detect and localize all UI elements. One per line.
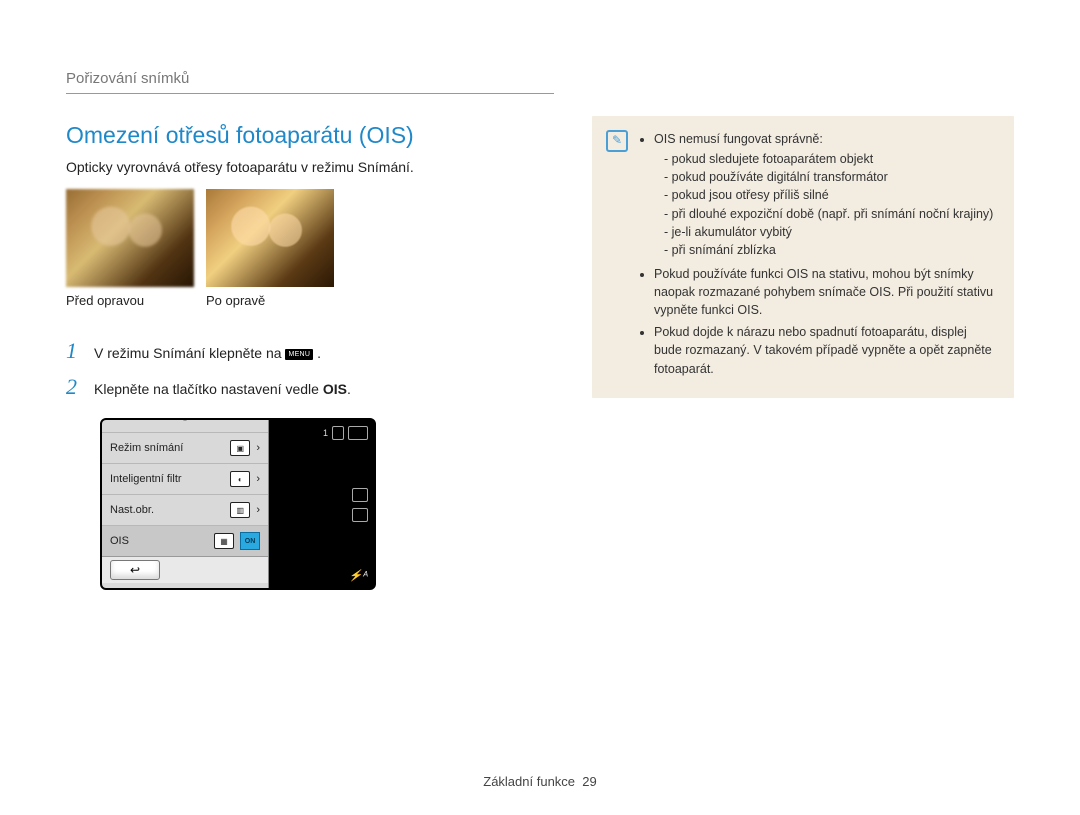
ois-icon: ▦	[214, 533, 234, 549]
info-icon: ✎	[606, 130, 628, 152]
note-sub-6: při snímání zblízka	[664, 241, 996, 259]
menu-row-image-adjust[interactable]: Nast.obr. ▥›	[102, 494, 268, 525]
note-box: ✎ OIS nemusí fungovat správně: pokud sle…	[592, 116, 1014, 398]
breadcrumb: Pořizování snímků	[66, 70, 554, 94]
menu-row-shooting-mode[interactable]: Režim snímání ▣›	[102, 432, 268, 463]
menu-row-smart-filter[interactable]: Inteligentní filtr ◐›	[102, 463, 268, 494]
note-bullet-2: Pokud používáte funkci OIS na stativu, m…	[654, 265, 996, 319]
page-footer: Základní funkce 29	[0, 774, 1080, 789]
step-2-text: Klepněte na tlačítko nastavení vedle OIS…	[94, 381, 351, 397]
battery-icon	[348, 426, 368, 440]
before-label: Před opravou	[66, 293, 194, 308]
ois-status-icon	[352, 508, 368, 522]
ois-on-toggle[interactable]: ON	[240, 532, 260, 550]
memory-icon	[332, 426, 344, 440]
menu-row-ois[interactable]: OIS ▦ON	[102, 525, 268, 556]
back-button[interactable]: ↩	[110, 560, 160, 580]
flash-icon: ⚡ᴬ	[349, 570, 368, 582]
camera-ui-mock: ˆ Režim snímání ▣› Inteligentní filtr ◐›…	[100, 418, 376, 590]
menu-icon: MENU	[285, 349, 313, 360]
note-sub-1: pokud sledujete fotoaparátem objekt	[664, 150, 996, 168]
note-sub-4: při dlouhé expoziční době (např. při sní…	[664, 205, 996, 223]
subtitle: Opticky vyrovnává otřesy fotoaparátu v r…	[66, 159, 554, 175]
face-icon	[352, 488, 368, 502]
note-lead: OIS nemusí fungovat správně:	[654, 132, 823, 146]
adjust-icon: ▥	[230, 502, 250, 518]
note-sub-5: je-li akumulátor vybitý	[664, 223, 996, 241]
before-photo	[66, 189, 194, 287]
note-sub-2: pokud používáte digitální transformátor	[664, 168, 996, 186]
scroll-up-icon[interactable]: ˆ	[102, 420, 268, 432]
after-label: Po opravě	[206, 293, 334, 308]
mode-icon: ▣	[230, 440, 250, 456]
step-number-1: 1	[66, 338, 94, 364]
filter-icon: ◐	[230, 471, 250, 487]
after-photo	[206, 189, 334, 287]
page-title: Omezení otřesů fotoaparátu (OIS)	[66, 122, 554, 149]
step-number-2: 2	[66, 374, 94, 400]
note-sub-3: pokud jsou otřesy příliš silné	[664, 186, 996, 204]
counter: 1	[323, 428, 328, 438]
step-1-text: V režimu Snímání klepněte na MENU .	[94, 345, 321, 361]
note-bullet-3: Pokud dojde k nárazu nebo spadnutí fotoa…	[654, 323, 996, 377]
